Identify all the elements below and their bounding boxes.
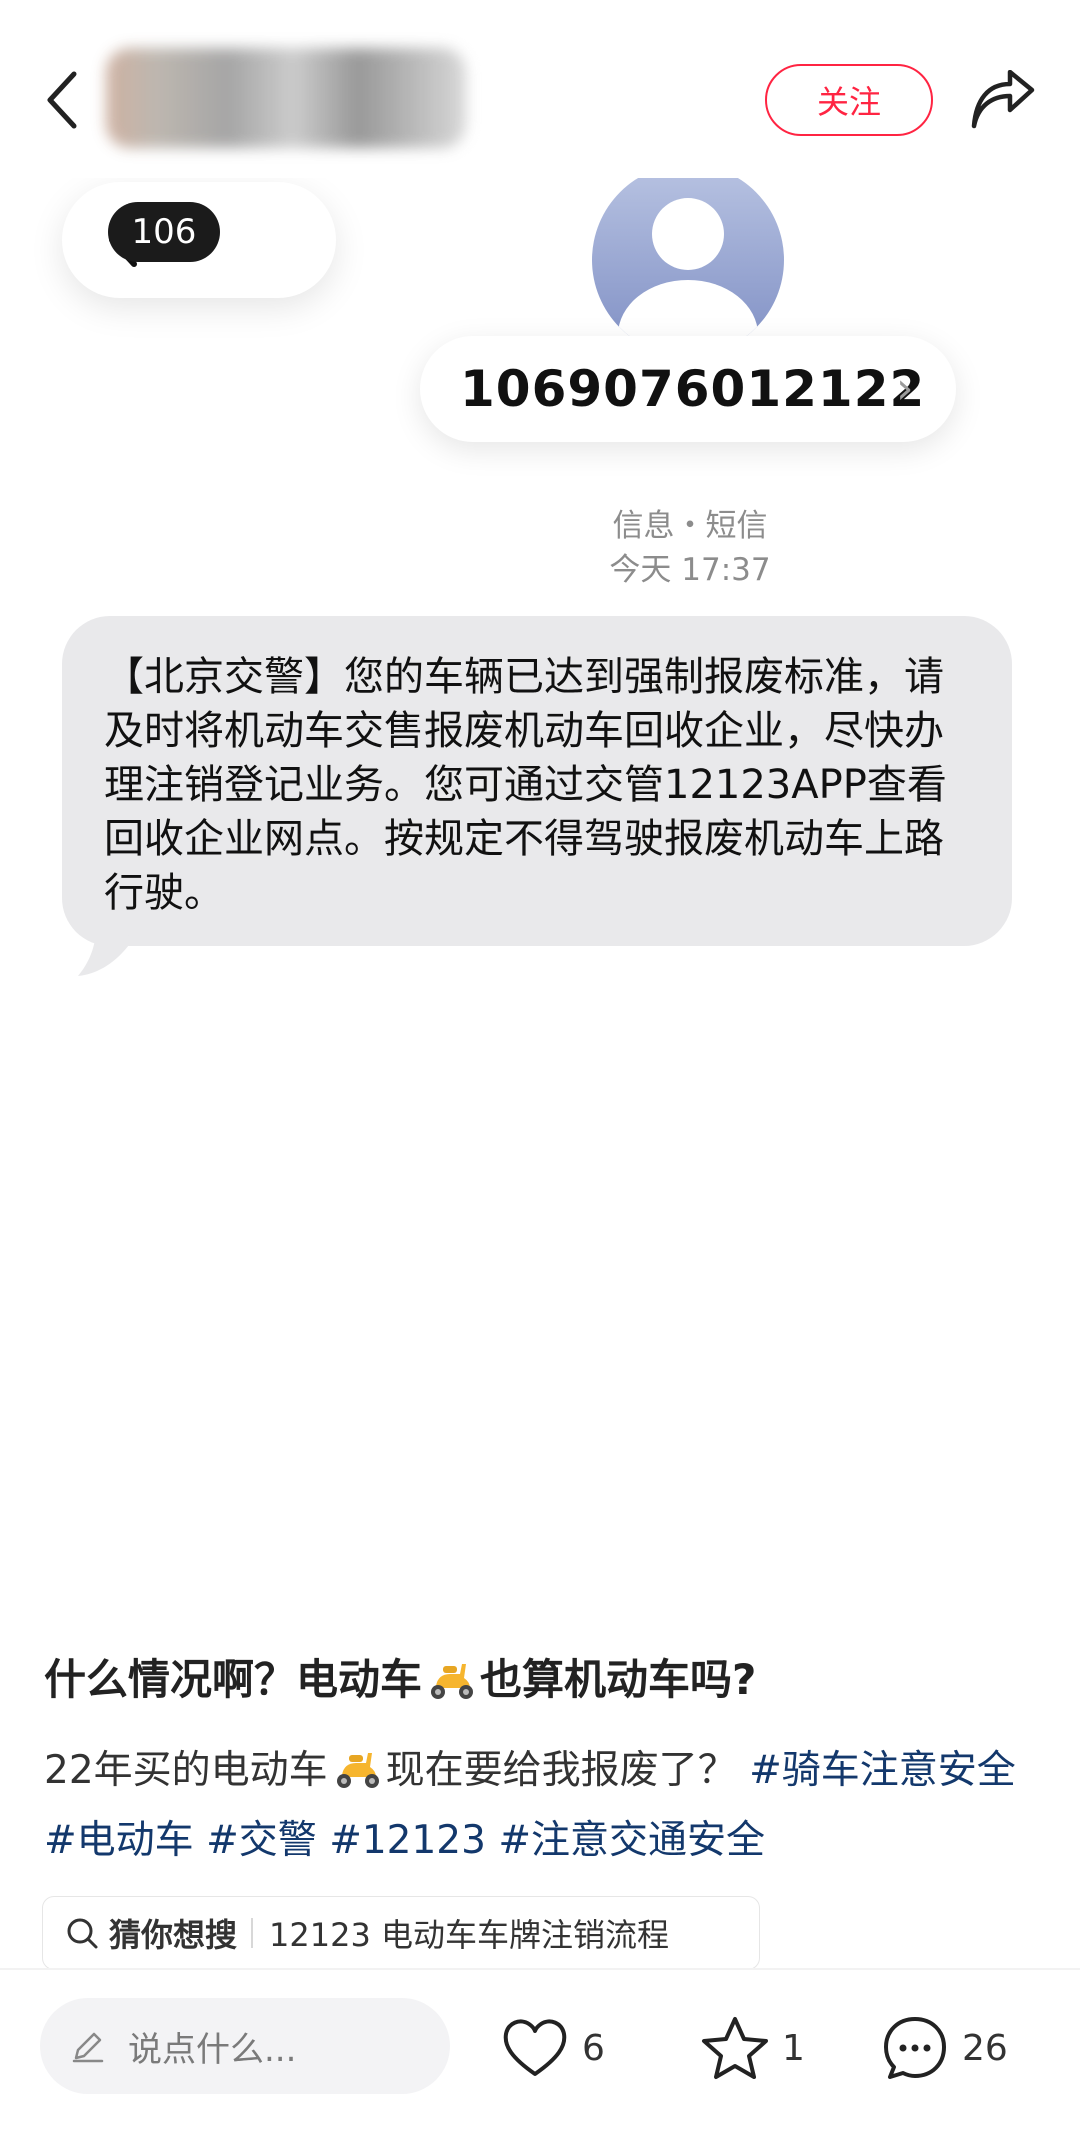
post-image[interactable]: 106 1069076012122 › 信息・短信 今天 17:37 【北京交警… [0, 178, 1080, 1608]
share-icon [971, 69, 1035, 129]
post-body-part2: 现在要给我报废了？ [385, 1748, 737, 1793]
sender-number: 1069076012122 [460, 360, 926, 418]
person-avatar-icon [592, 178, 784, 356]
message-time: 今天 17:37 [609, 552, 771, 588]
like-button[interactable]: 6 [500, 2008, 605, 2088]
search-icon [67, 1918, 98, 1949]
back-button[interactable] [36, 62, 96, 138]
bottom-divider [0, 1968, 1080, 1970]
sender-pill: 1069076012122 › [420, 336, 956, 442]
hashtag-link[interactable]: #交警 [206, 1818, 317, 1863]
heart-icon [503, 2019, 567, 2076]
guess-search-label: 猜你想搜 [109, 1916, 238, 1954]
post-title: 什么情况啊？电动车 也算机动车吗? [44, 1652, 1044, 1708]
guess-search-query: 12123 电动车车牌注销流程 [269, 1916, 669, 1954]
top-bar: 关注 [0, 0, 1080, 178]
unread-badge: 106 [108, 202, 220, 262]
comment-button[interactable]: 26 [880, 2008, 1008, 2088]
bubble-tail [78, 918, 134, 976]
hashtag-link[interactable]: #12123 [329, 1818, 486, 1863]
post-body-part1: 22年买的电动车 [44, 1748, 328, 1793]
comment-input[interactable]: 说点什么... [40, 1998, 450, 2094]
pen-icon [72, 2032, 104, 2063]
comment-count: 26 [962, 2027, 1008, 2069]
share-button[interactable] [966, 69, 1038, 136]
post-title-part1: 什么情况啊？电动车 [44, 1655, 423, 1704]
message-text: 【北京交警】您的车辆已达到强制报废标准，请及时将机动车交售报废机动车回收企业，尽… [104, 654, 947, 916]
message-type: 信息・短信 [612, 508, 768, 544]
comment-placeholder: 说点什么... [128, 2029, 297, 2070]
follow-button[interactable]: 关注 [765, 64, 933, 136]
comment-icon [884, 2017, 946, 2079]
scooter-emoji-icon [431, 1664, 474, 1699]
chevron-right-icon: › [896, 363, 914, 414]
favorite-button[interactable]: 1 [700, 2008, 805, 2088]
star-icon [702, 2017, 768, 2079]
scooter-emoji-icon [336, 1753, 379, 1788]
divider [251, 1918, 254, 1948]
like-count: 6 [582, 2027, 605, 2069]
guess-search-chip[interactable]: 猜你想搜 12123 电动车车牌注销流程 [42, 1896, 760, 1970]
back-chevron-icon [47, 71, 77, 129]
hashtag-link[interactable]: #骑车注意安全 [749, 1748, 1016, 1793]
hashtag-link[interactable]: #电动车 [44, 1818, 194, 1863]
post-title-part2: 也算机动车吗? [480, 1655, 757, 1704]
hashtag-link[interactable]: #注意交通安全 [498, 1818, 765, 1863]
author-info-blurred[interactable] [106, 48, 466, 148]
post-body: 22年买的电动车 现在要给我报废了？ #骑车注意安全 #电动车 #交警 #121… [44, 1736, 1044, 1876]
favorite-count: 1 [782, 2027, 805, 2069]
